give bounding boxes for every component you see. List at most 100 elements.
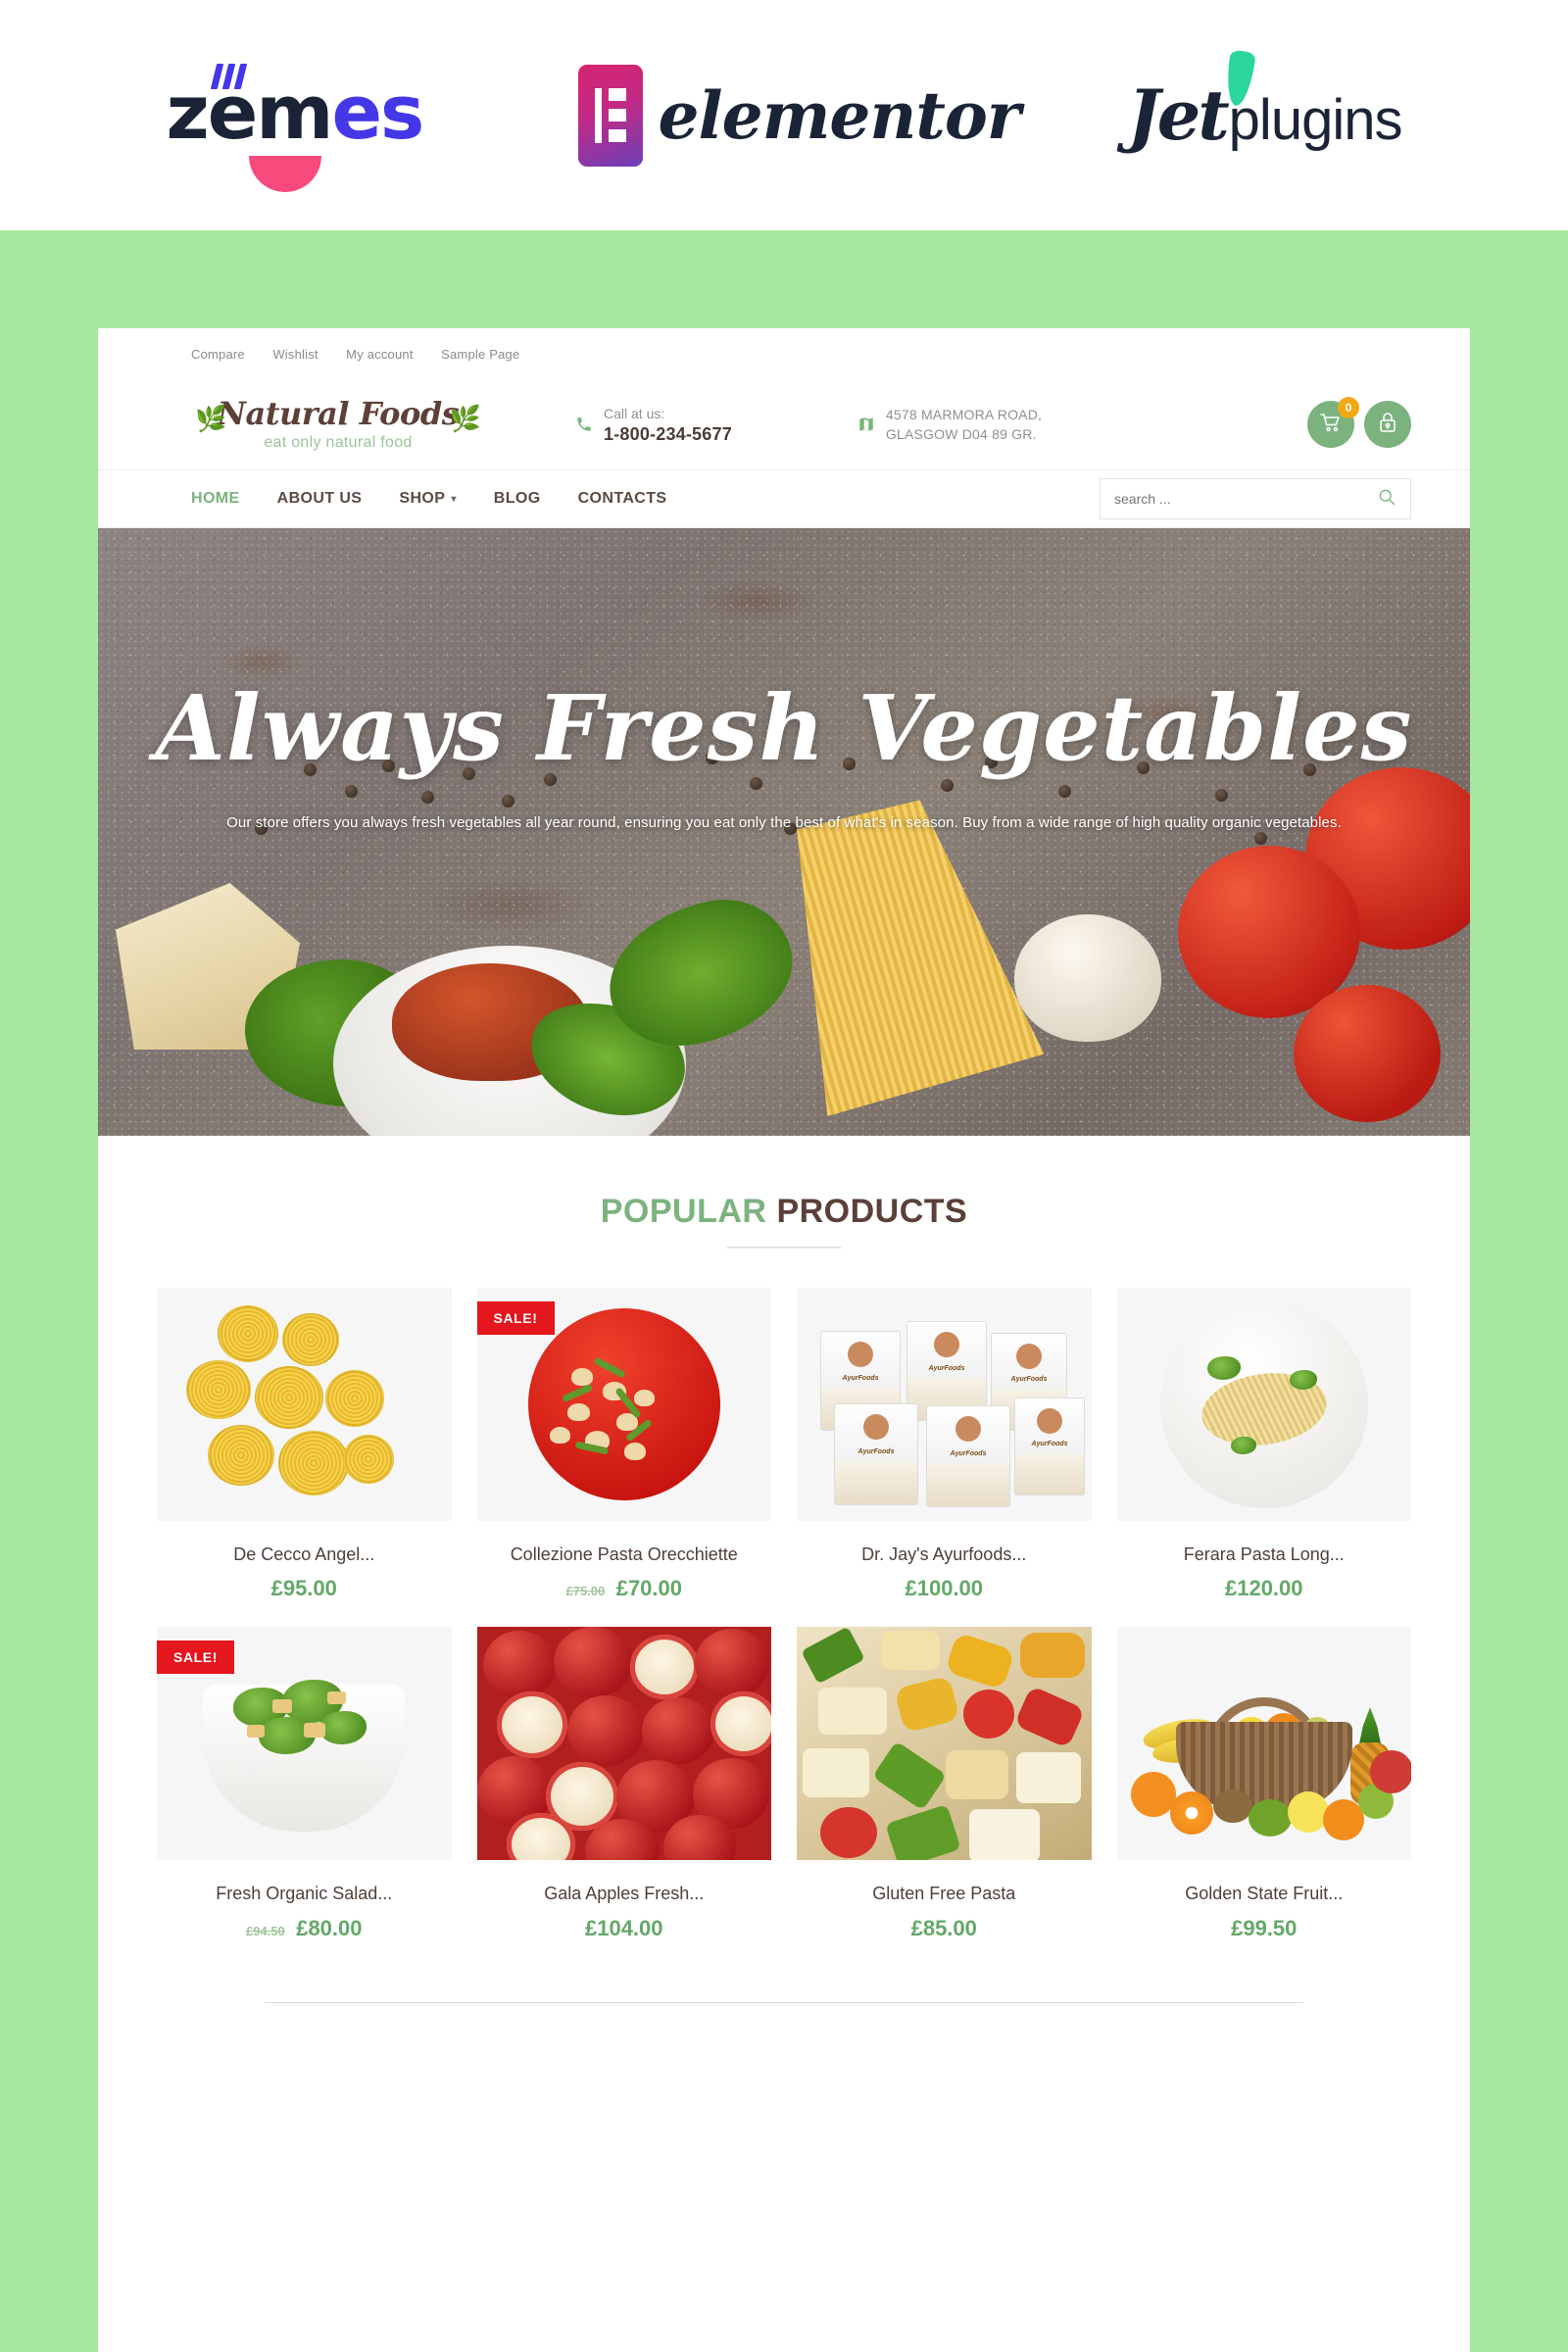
zemez-logo[interactable]: zemes (166, 42, 470, 192)
product-price-original: £75.00 (565, 1584, 606, 1599)
garlic-decor (1014, 914, 1161, 1042)
phone-label: Call at us: (604, 406, 665, 422)
pasta-plate-image (1116, 1288, 1411, 1521)
cart-button[interactable]: 0 (1307, 397, 1359, 448)
jetplugins-logo[interactable]: Jet plugins (1127, 49, 1403, 156)
wheat-right-icon: 🌿 (449, 403, 481, 433)
utility-link-compare[interactable]: Compare (191, 347, 245, 362)
pasta-nests-image (157, 1288, 452, 1521)
product-thumbnail[interactable]: SALE! (157, 1627, 452, 1861)
product-name: Gala Apples Fresh... (544, 1884, 705, 1904)
product-price: £100.00 (797, 1576, 1092, 1601)
nav-item-home[interactable]: HOME (191, 490, 240, 508)
product-card[interactable]: Golden State Fruit... £99.50 (1116, 1627, 1412, 1941)
product-name: Dr. Jay's Ayurfoods... (861, 1544, 1027, 1564)
product-price-current: £99.50 (1231, 1915, 1298, 1940)
logo-title: Natural Foods (217, 394, 460, 432)
cart-count-badge: 0 (1338, 397, 1359, 418)
products-grid: De Cecco Angel... £95.00 SALE! Collezion… (157, 1288, 1411, 1941)
product-price-current: £85.00 (910, 1915, 977, 1940)
product-price-original: £94.50 (245, 1923, 285, 1938)
product-card[interactable]: De Cecco Angel... £95.00 (157, 1288, 452, 1601)
utility-link-wishlist[interactable]: Wishlist (272, 347, 318, 362)
product-card[interactable]: Gala Apples Fresh... £104.00 (476, 1627, 772, 1941)
search-icon[interactable] (1377, 487, 1396, 512)
main-nav: HOME ABOUT US SHOP ▾ BLOG CONTACTS (98, 469, 1470, 528)
product-price: £95.00 (157, 1576, 452, 1601)
section-divider (727, 1247, 841, 1249)
header-address: 4578 MARMORA ROAD, GLASGOW D04 89 GR. (858, 405, 1042, 445)
nav-item-shop[interactable]: SHOP ▾ (399, 490, 456, 508)
product-name: Ferara Pasta Long... (1183, 1544, 1345, 1564)
product-thumbnail[interactable]: SALE! (476, 1288, 771, 1521)
phone-icon (575, 416, 593, 433)
tomato-decor-3 (1294, 985, 1441, 1122)
product-name: De Cecco Angel... (233, 1544, 375, 1564)
utility-link-my-account[interactable]: My account (346, 347, 413, 362)
nav-item-blog[interactable]: BLOG (494, 490, 541, 508)
plugins-wordmark: plugins (1228, 88, 1403, 152)
product-price-current: £120.00 (1224, 1576, 1303, 1601)
search-box[interactable] (1100, 478, 1411, 519)
product-card[interactable]: SALE! Collezione Pasta Orecchiette £75.0… (476, 1288, 772, 1601)
gala-apples-image (476, 1627, 771, 1861)
utility-link-sample-page[interactable]: Sample Page (441, 347, 519, 362)
product-thumbnail[interactable]: AyurFoods AyurFoods AyurFoods AyurFoods … (797, 1288, 1092, 1521)
elementor-wordmark: elementor (658, 76, 1021, 154)
chevron-down-icon: ▾ (451, 493, 457, 505)
product-card[interactable]: Gluten Free Pasta £85.00 (797, 1627, 1092, 1940)
product-price-current: £100.00 (905, 1576, 984, 1601)
product-price: £85.00 (797, 1916, 1092, 1941)
site-logo[interactable]: 🌿 🌿 Natural Foods eat only natural food (191, 398, 485, 452)
wheat-left-icon: 🌿 (195, 403, 227, 433)
logo-tagline: eat only natural food (264, 433, 413, 451)
product-price: £99.50 (1117, 1916, 1412, 1941)
product-name: Gluten Free Pasta (872, 1884, 1016, 1904)
nav-item-about-us[interactable]: ABOUT US (277, 490, 363, 508)
product-card[interactable]: SALE! Fresh Organic Salad... £94.50 £80.… (157, 1627, 452, 1940)
header-phone[interactable]: Call at us: 1-800-234-5677 (575, 404, 732, 444)
hero-title: Always Fresh Vegetables (155, 675, 1413, 781)
product-name: Collezione Pasta Orecchiette (510, 1544, 738, 1564)
product-thumbnail[interactable] (157, 1288, 452, 1521)
account-login-button[interactable] (1364, 401, 1411, 448)
hero-background-image (98, 528, 1470, 1136)
partner-logos-bar: zemes elementor Jet plugins (0, 0, 1568, 230)
elementor-logo[interactable]: elementor (577, 64, 1021, 167)
product-price: £75.00 £70.00 (477, 1576, 772, 1601)
sale-badge: SALE! (476, 1301, 555, 1335)
website-preview: Compare Wishlist My account Sample Page … (98, 328, 1470, 2352)
fruit-basket-image (1116, 1627, 1411, 1861)
lock-icon (1376, 411, 1399, 439)
zemez-smile-icon (248, 155, 321, 192)
phone-number: 1-800-234-5677 (604, 423, 732, 444)
zemez-wordmark: zemes (166, 68, 425, 156)
header-actions: 0 (1307, 397, 1411, 448)
gluten-free-pasta-image (797, 1627, 1092, 1861)
product-price-current: £80.00 (296, 1915, 363, 1940)
utility-nav: Compare Wishlist My account Sample Page (98, 328, 1470, 379)
product-thumbnail[interactable] (1116, 1288, 1411, 1521)
product-price: £94.50 £80.00 (157, 1916, 452, 1941)
map-icon (858, 416, 875, 433)
product-price-current: £95.00 (270, 1576, 337, 1601)
popular-products-section: POPULAR PRODUCTS De Cecco Angel... £95.0… (98, 1136, 1470, 2003)
nav-item-contacts[interactable]: CONTACTS (578, 490, 667, 508)
search-input[interactable] (1114, 491, 1377, 507)
section-title-dark: PRODUCTS (776, 1193, 968, 1230)
address-line-2: GLASGOW D04 89 GR. (885, 426, 1037, 442)
jet-wordmark: Jet (1127, 74, 1230, 156)
product-price: £104.00 (477, 1916, 772, 1941)
product-thumbnail[interactable] (1116, 1627, 1411, 1861)
sale-badge: SALE! (157, 1641, 234, 1675)
product-card[interactable]: AyurFoods AyurFoods AyurFoods AyurFoods … (797, 1288, 1092, 1601)
elementor-mark-icon (577, 64, 643, 167)
product-thumbnail[interactable] (797, 1627, 1092, 1861)
product-thumbnail[interactable] (476, 1627, 771, 1861)
content-bottom-divider (265, 2001, 1303, 2003)
product-name: Fresh Organic Salad... (216, 1884, 393, 1904)
section-title-green: POPULAR (600, 1193, 767, 1230)
product-card[interactable]: Ferara Pasta Long... £120.00 (1116, 1288, 1412, 1601)
product-price: £120.00 (1117, 1576, 1412, 1601)
section-title: POPULAR PRODUCTS (157, 1193, 1411, 1231)
